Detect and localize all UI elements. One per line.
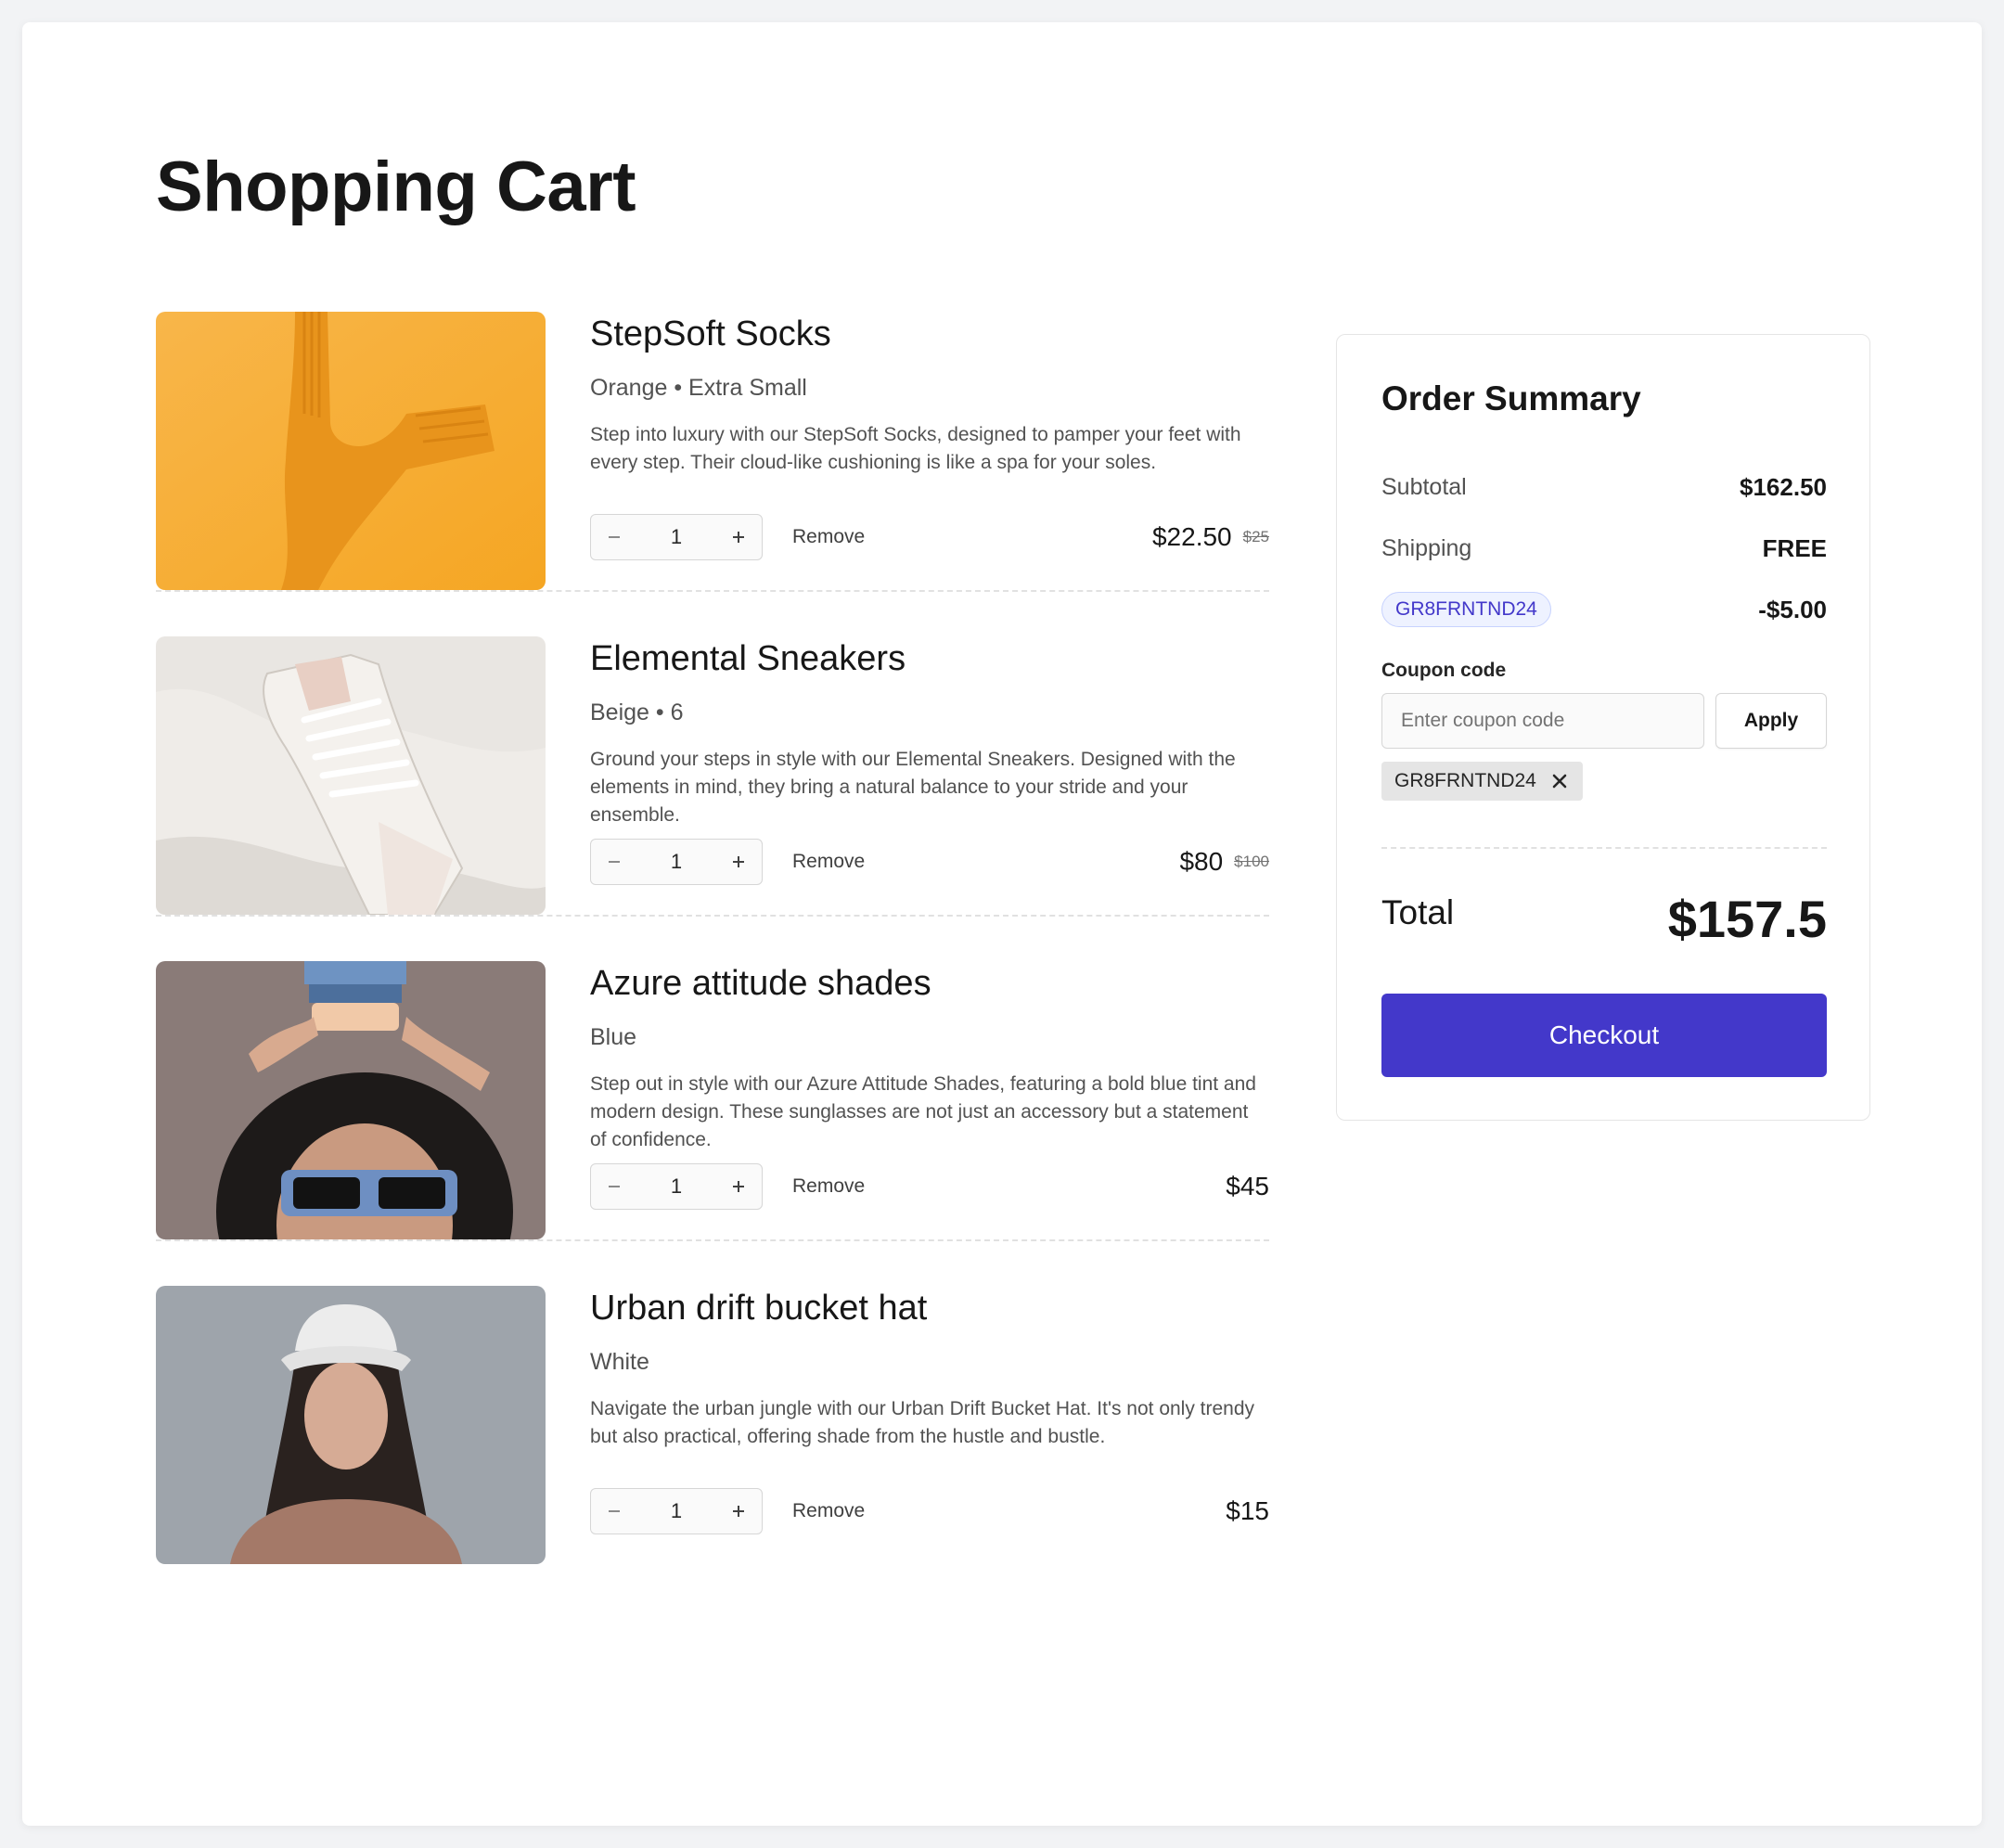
product-description: Ground your steps in style with our Elem… (590, 749, 1236, 826)
product-variant: Blue (590, 1024, 637, 1050)
apply-coupon-button[interactable]: Apply (1715, 693, 1827, 749)
product-name[interactable]: Urban drift bucket hat (590, 1286, 1269, 1330)
coupon-code-label: Coupon code (1381, 660, 1507, 681)
minus-icon (609, 536, 620, 538)
cart-item-info: Azure attitude shades Blue Step out in s… (590, 961, 1269, 1154)
product-image-bucket-hat[interactable] (156, 1286, 546, 1564)
product-name[interactable]: StepSoft Socks (590, 312, 1269, 356)
cart-page: Shopping Cart StepSoft Socks Orange • Ex… (22, 22, 1982, 1826)
product-image-shades[interactable] (156, 961, 546, 1239)
total-label: Total (1381, 893, 1455, 931)
quantity-stepper: 1 (590, 1488, 763, 1534)
product-image-socks[interactable] (156, 312, 546, 590)
product-variant: White (590, 1349, 649, 1375)
cart-item: Urban drift bucket hat White Navigate th… (156, 1286, 1269, 1564)
minus-icon (609, 1186, 620, 1187)
current-price: $80 (1179, 847, 1224, 876)
cart-item: Elemental Sneakers Beige • 6 Ground your… (156, 636, 1269, 917)
cart-item: StepSoft Socks Orange • Extra Small Step… (156, 312, 1269, 592)
summary-divider (1381, 847, 1827, 849)
quantity-value[interactable]: 1 (637, 1174, 715, 1199)
cart-item-info: StepSoft Socks Orange • Extra Small Step… (590, 312, 1269, 477)
product-variant: Orange • Extra Small (590, 375, 807, 401)
cart-items-list: StepSoft Socks Orange • Extra Small Step… (156, 312, 1269, 1564)
plus-icon (733, 1506, 744, 1517)
decrement-button[interactable] (591, 515, 637, 559)
current-price: $45 (1226, 1172, 1269, 1200)
cart-item-info: Elemental Sneakers Beige • 6 Ground your… (590, 636, 1269, 829)
decrement-button[interactable] (591, 840, 637, 884)
quantity-value[interactable]: 1 (637, 1499, 715, 1523)
quantity-value[interactable]: 1 (637, 850, 715, 874)
remove-button[interactable]: Remove (792, 839, 865, 885)
product-description: Navigate the urban jungle with our Urban… (590, 1398, 1255, 1447)
order-summary: Order Summary Subtotal $162.50 Shipping … (1336, 334, 1870, 1121)
shipping-label: Shipping (1381, 534, 1472, 561)
subtotal-label: Subtotal (1381, 473, 1467, 500)
item-price: $15 (1226, 1488, 1269, 1534)
cart-item-controls: 1 Remove $80 $100 (590, 839, 1269, 887)
plus-icon (733, 1181, 744, 1192)
increment-button[interactable] (715, 1489, 762, 1534)
plus-icon (733, 856, 744, 867)
current-price: $22.50 (1151, 522, 1232, 551)
decrement-button[interactable] (591, 1489, 637, 1534)
subtotal-value: $162.50 (1740, 472, 1827, 501)
item-price: $22.50 $25 (1152, 514, 1269, 560)
cart-item-controls: 1 Remove $45 (590, 1163, 1269, 1212)
item-price: $80 $100 (1179, 839, 1269, 885)
plus-icon (733, 532, 744, 543)
product-image-sneakers[interactable] (156, 636, 546, 915)
remove-button[interactable]: Remove (792, 1488, 865, 1534)
order-summary-title: Order Summary (1381, 379, 1641, 417)
coupon-code-input[interactable] (1381, 693, 1704, 749)
increment-button[interactable] (715, 840, 762, 884)
cart-item-controls: 1 Remove $15 (590, 1488, 1269, 1536)
product-description: Step out in style with our Azure Attitud… (590, 1073, 1256, 1150)
cart-item-controls: 1 Remove $22.50 $25 (590, 514, 1269, 562)
minus-icon (609, 1510, 620, 1512)
item-price: $45 (1226, 1163, 1269, 1210)
shipping-row: Shipping FREE (1381, 530, 1827, 567)
subtotal-row: Subtotal $162.50 (1381, 468, 1827, 506)
discount-row: GR8FRNTND24 -$5.00 (1381, 591, 1827, 628)
quantity-stepper: 1 (590, 839, 763, 885)
cart-item: Azure attitude shades Blue Step out in s… (156, 961, 1269, 1241)
current-price: $15 (1226, 1496, 1269, 1525)
product-variant: Beige • 6 (590, 699, 684, 725)
decrement-button[interactable] (591, 1164, 637, 1209)
quantity-stepper: 1 (590, 514, 763, 560)
cart-item-info: Urban drift bucket hat White Navigate th… (590, 1286, 1269, 1451)
applied-coupon-tag: GR8FRNTND24 (1381, 762, 1583, 801)
product-name[interactable]: Elemental Sneakers (590, 636, 1269, 681)
quantity-stepper: 1 (590, 1163, 763, 1210)
original-price: $100 (1234, 853, 1269, 870)
remove-button[interactable]: Remove (792, 1163, 865, 1210)
remove-button[interactable]: Remove (792, 514, 865, 560)
increment-button[interactable] (715, 515, 762, 559)
product-description: Step into luxury with our StepSoft Socks… (590, 424, 1241, 473)
increment-button[interactable] (715, 1164, 762, 1209)
product-name[interactable]: Azure attitude shades (590, 961, 1269, 1006)
original-price: $25 (1242, 528, 1269, 545)
discount-code-badge: GR8FRNTND24 (1381, 592, 1551, 627)
close-icon[interactable] (1549, 771, 1570, 791)
shipping-value: FREE (1762, 533, 1827, 562)
discount-value: -$5.00 (1758, 595, 1827, 623)
minus-icon (609, 861, 620, 863)
quantity-value[interactable]: 1 (637, 525, 715, 549)
applied-coupon-code: GR8FRNTND24 (1394, 770, 1536, 791)
page-title: Shopping Cart (156, 148, 636, 226)
total-value: $157.5 (1667, 890, 1827, 948)
checkout-button[interactable]: Checkout (1381, 994, 1827, 1077)
